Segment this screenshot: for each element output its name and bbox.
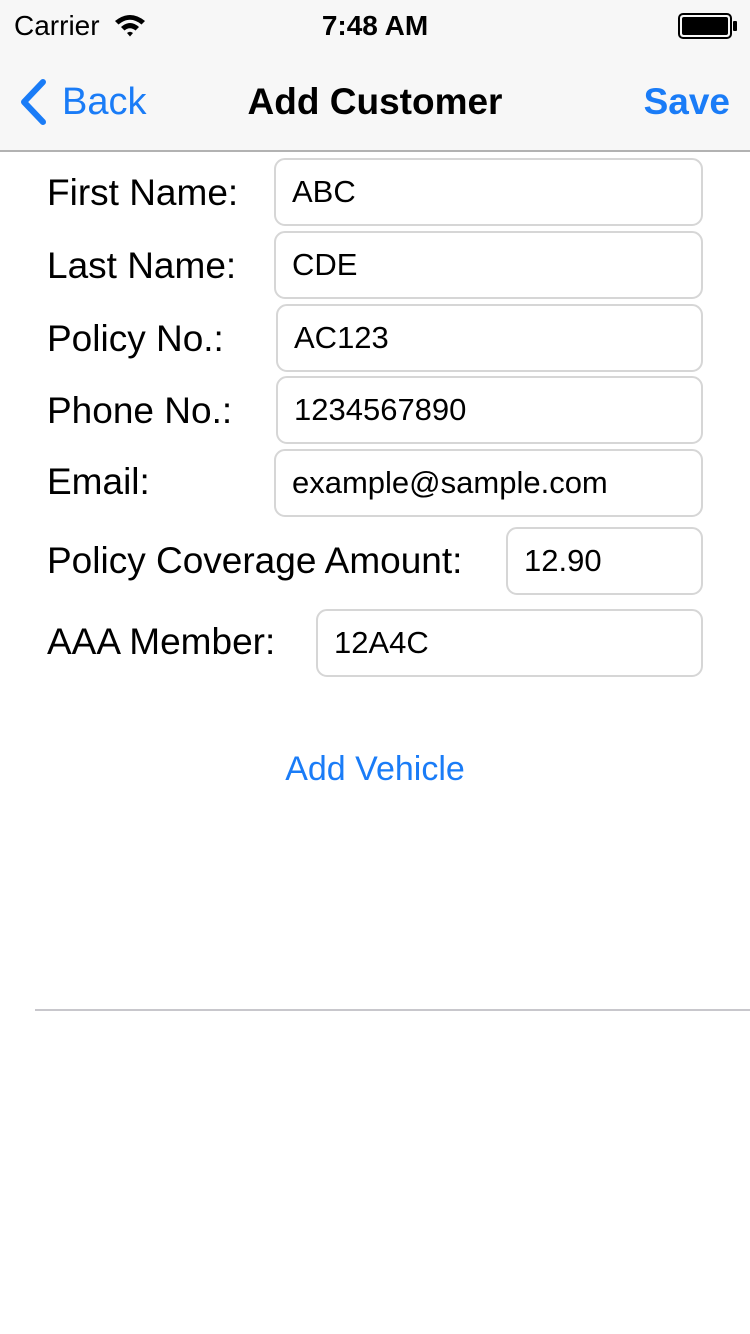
- aaa-member-label: AAA Member:: [47, 621, 276, 662]
- first-name-label: First Name:: [47, 172, 239, 213]
- phone-no-label: Phone No.:: [47, 390, 233, 431]
- save-button[interactable]: Save: [644, 74, 730, 130]
- email-label: Email:: [47, 461, 150, 502]
- policy-no-label: Policy No.:: [47, 318, 224, 359]
- policy-no-field[interactable]: [276, 304, 703, 372]
- coverage-amount-label: Policy Coverage Amount:: [47, 540, 463, 581]
- first-name-field[interactable]: [274, 158, 703, 226]
- navigation-bar: Carrier 7:48 AM Back Add Customer Save: [0, 0, 750, 152]
- add-vehicle-button[interactable]: Add Vehicle: [0, 746, 750, 792]
- status-time: 7:48 AM: [321, 10, 429, 41]
- last-name-field[interactable]: [274, 231, 703, 299]
- last-name-label: Last Name:: [47, 245, 237, 286]
- aaa-member-field[interactable]: [316, 609, 703, 677]
- divider: [35, 1009, 750, 1011]
- email-field[interactable]: [274, 449, 703, 517]
- page-title: Add Customer: [247, 81, 503, 122]
- battery-icon: [678, 13, 737, 39]
- coverage-amount-field[interactable]: [506, 527, 703, 595]
- phone-no-field[interactable]: [276, 376, 703, 444]
